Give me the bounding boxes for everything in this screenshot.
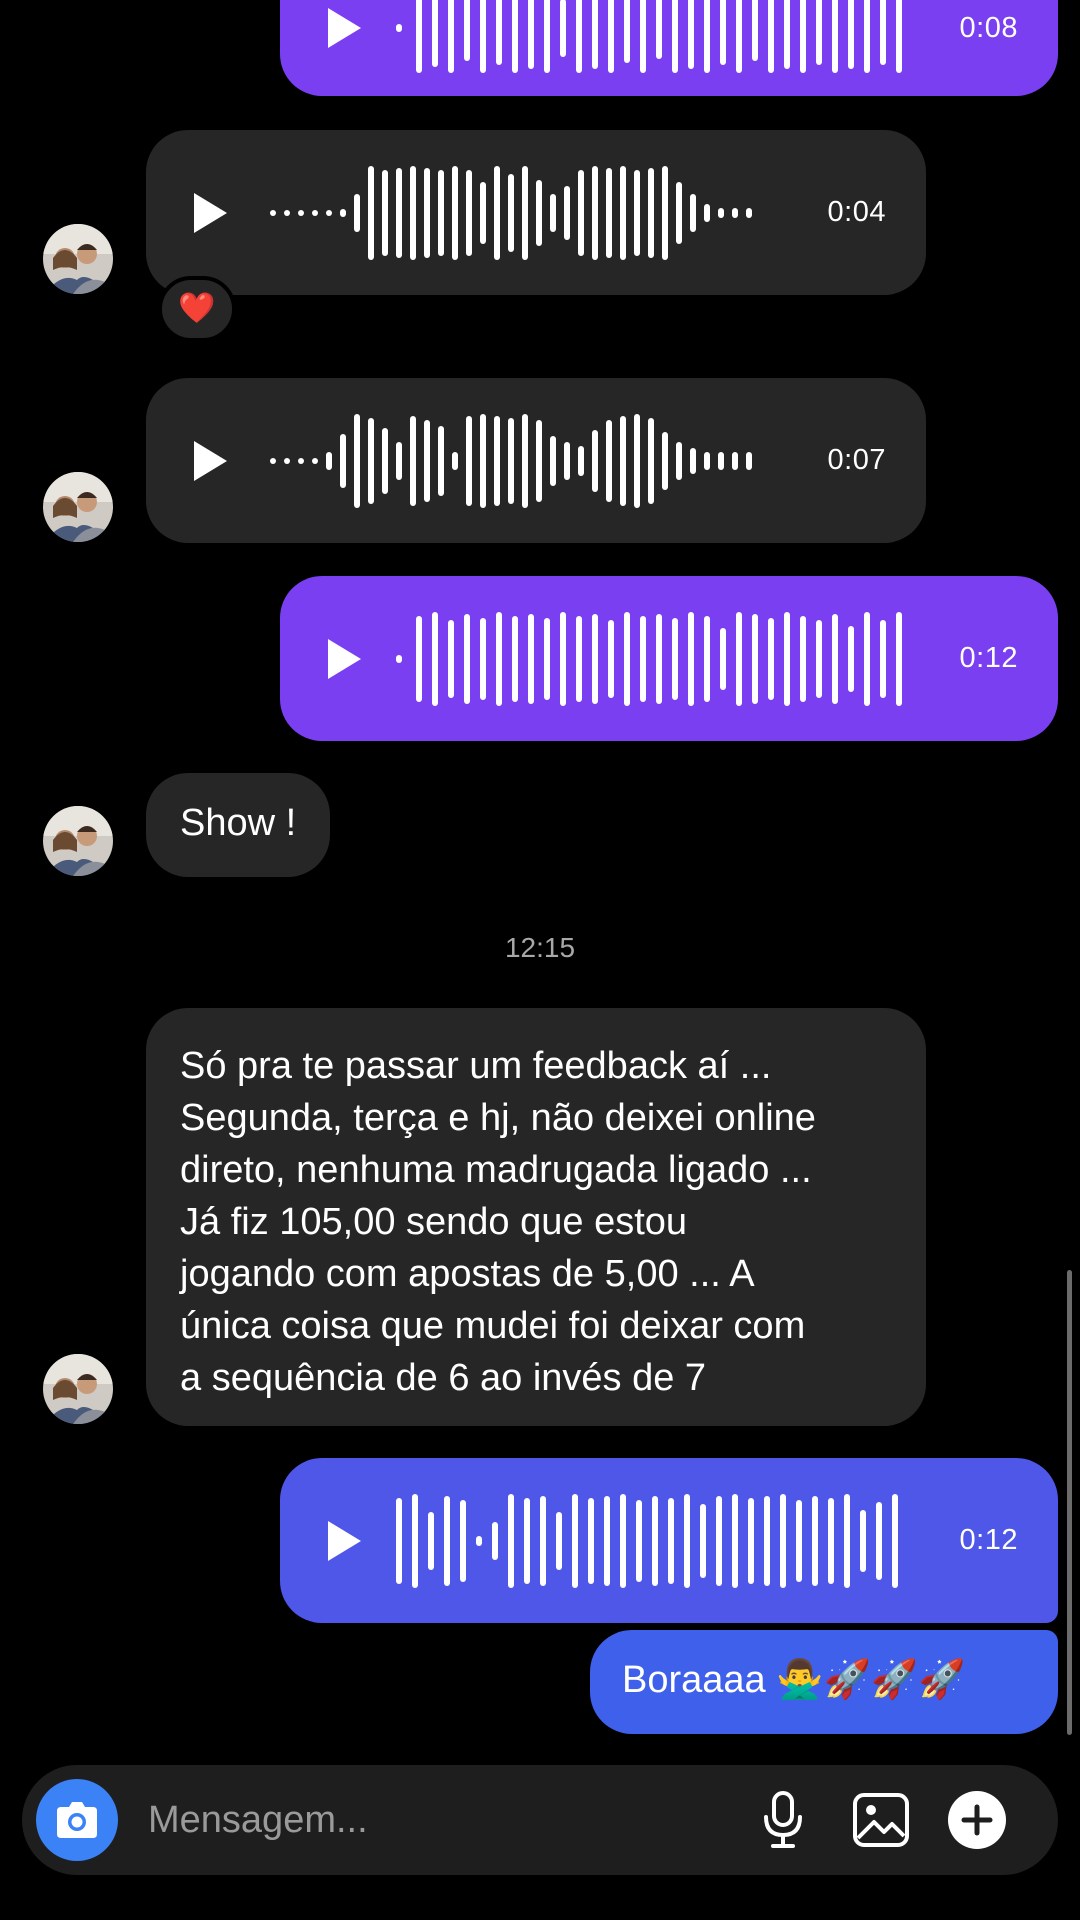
voice-duration: 0:12: [959, 642, 1018, 674]
message-composer: [22, 1765, 1058, 1875]
contact-photo: [43, 806, 113, 876]
contact-avatar[interactable]: [43, 806, 113, 876]
waveform[interactable]: [394, 1486, 914, 1596]
message-line: única coisa que mudei foi deixar com: [180, 1305, 806, 1347]
contact-photo: [43, 472, 113, 542]
message-line: Segunda, terça e hj, não deixei online: [180, 1097, 816, 1139]
heart-reaction-emoji: ❤️: [178, 292, 216, 325]
voice-duration: 0:08: [959, 11, 1018, 44]
add-button[interactable]: [946, 1789, 1008, 1851]
message-input[interactable]: [148, 1791, 708, 1849]
outgoing-text-message[interactable]: Boraaaa 🙅‍♂️🚀🚀🚀: [590, 1630, 1058, 1734]
message-line: Só pra te passar um feedback aí ...: [180, 1045, 772, 1087]
gallery-icon: [853, 1793, 909, 1847]
contact-photo: [43, 1354, 113, 1424]
waveform[interactable]: [268, 158, 788, 268]
microphone-button[interactable]: [752, 1789, 814, 1851]
play-icon[interactable]: [190, 190, 230, 236]
camera-button[interactable]: [36, 1779, 118, 1861]
contact-photo: [43, 224, 113, 294]
microphone-icon: [764, 1791, 802, 1848]
waveform[interactable]: [394, 0, 914, 83]
incoming-text-message[interactable]: Show !: [146, 773, 331, 877]
message-line: jogando com apostas de 5,00 ... A: [180, 1253, 755, 1295]
scrollbar[interactable]: [1067, 1270, 1072, 1735]
plus-circle-icon: [948, 1791, 1006, 1849]
gallery-button[interactable]: [850, 1789, 912, 1851]
voice-duration: 0:07: [827, 444, 886, 476]
voice-duration: 0:04: [827, 196, 886, 228]
message-line: a sequência de 6 ao invés de 7: [180, 1357, 707, 1399]
incoming-voice-message[interactable]: 0:04: [146, 130, 926, 295]
waveform[interactable]: [394, 604, 914, 714]
outgoing-voice-message[interactable]: 0:08: [280, 0, 1058, 96]
heart-reaction[interactable]: ❤️: [158, 276, 236, 342]
play-icon[interactable]: [324, 1518, 364, 1564]
message-text: Show !: [180, 802, 297, 844]
message-text: Boraaaa 🙅‍♂️🚀🚀🚀: [622, 1659, 966, 1701]
play-icon[interactable]: [324, 636, 364, 682]
waveform[interactable]: [268, 406, 788, 516]
play-icon[interactable]: [190, 438, 230, 484]
contact-avatar[interactable]: [43, 472, 113, 542]
outgoing-voice-message[interactable]: 0:12: [280, 1458, 1058, 1623]
message-timestamp: 12:15: [504, 932, 576, 963]
outgoing-voice-message[interactable]: 0:12: [280, 576, 1058, 741]
play-icon[interactable]: [324, 5, 364, 51]
incoming-voice-message[interactable]: 0:07: [146, 378, 926, 543]
message-line: Já fiz 105,00 sendo que estou: [180, 1201, 688, 1243]
voice-duration: 0:12: [959, 1524, 1018, 1556]
contact-avatar[interactable]: [43, 224, 113, 294]
message-line: direto, nenhuma madrugada ligado ...: [180, 1149, 812, 1191]
incoming-text-message[interactable]: Só pra te passar um feedback aí ... Segu…: [146, 1008, 926, 1426]
camera-icon: [57, 1802, 97, 1838]
contact-avatar[interactable]: [43, 1354, 113, 1424]
